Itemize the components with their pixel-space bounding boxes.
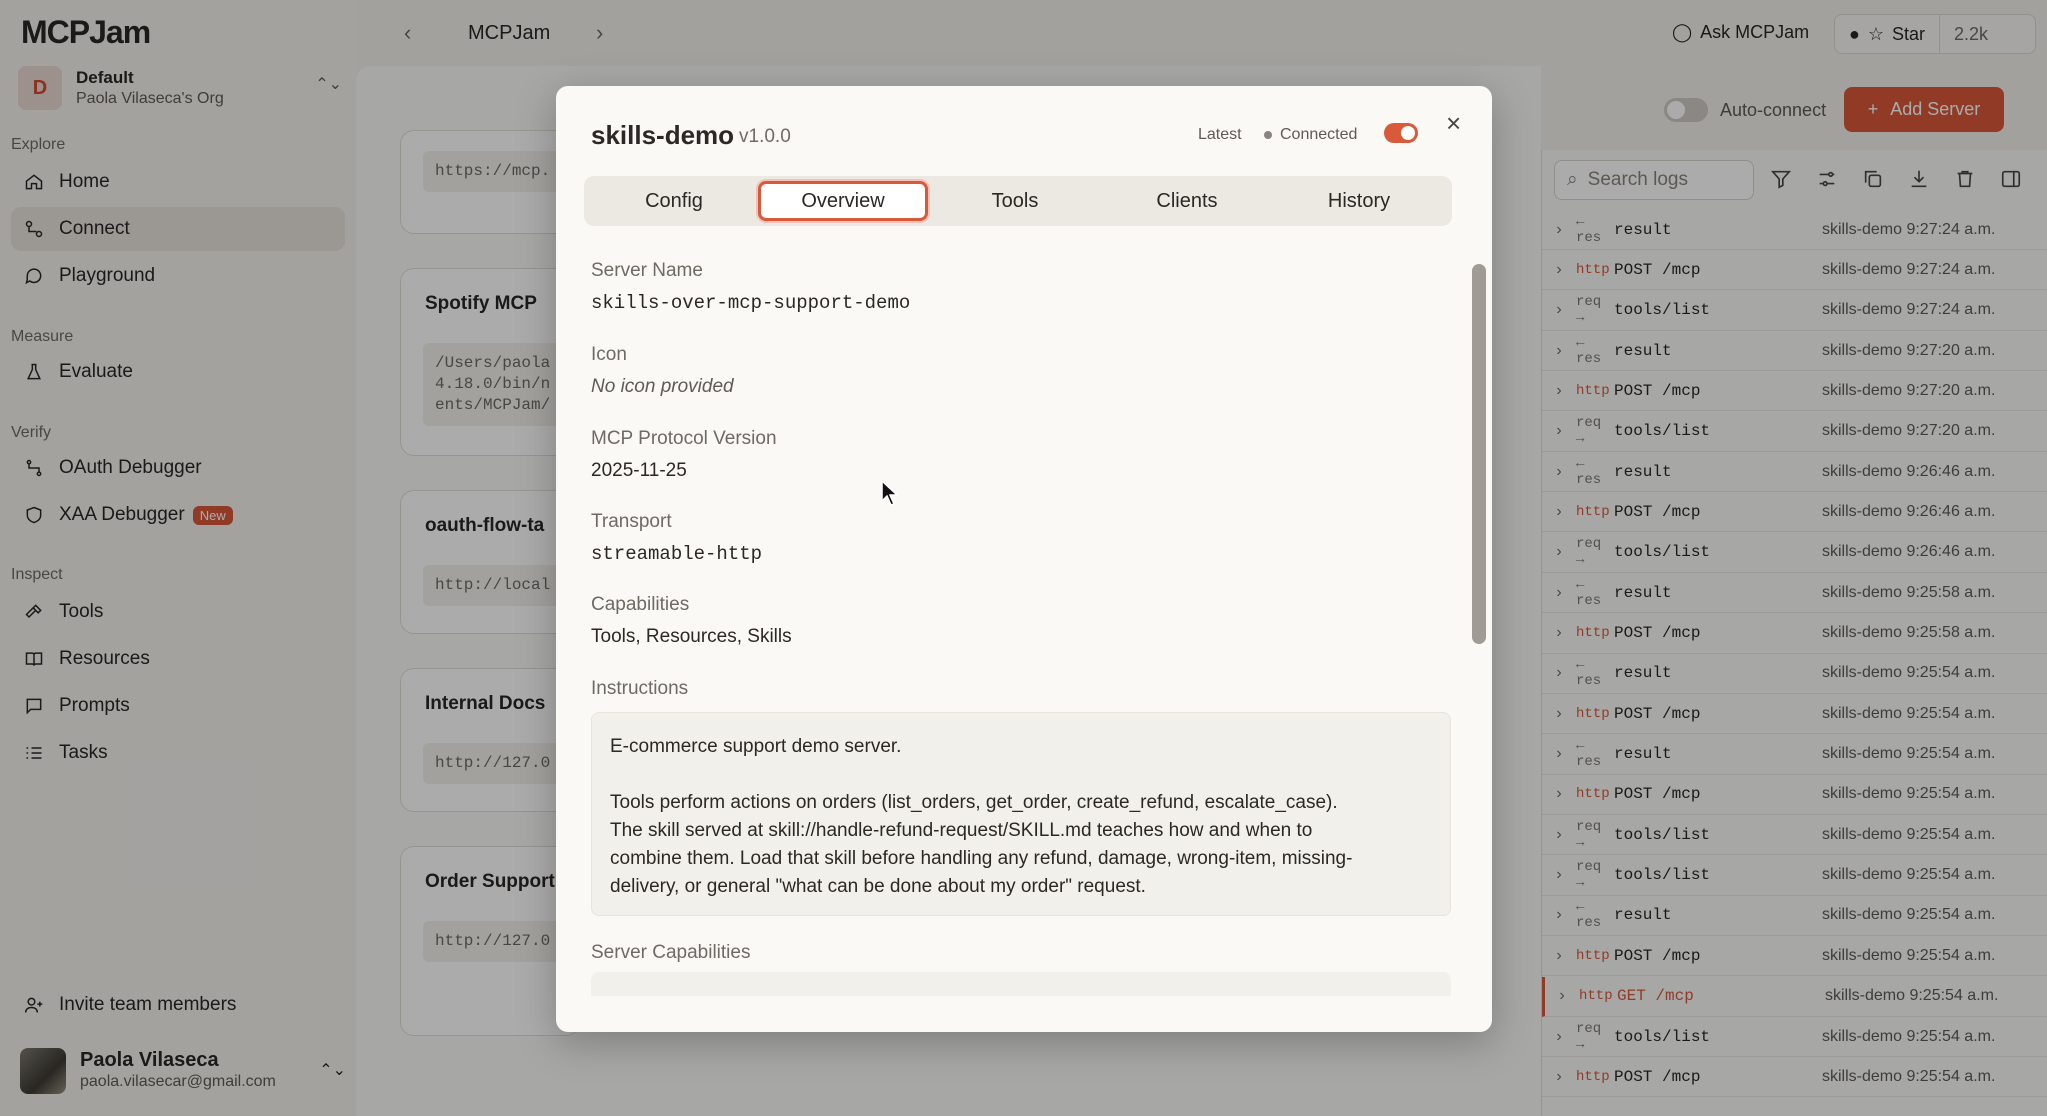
protocol-version-value: 2025-11-25	[591, 460, 687, 481]
instructions-text: Tools perform actions on orders (list_or…	[610, 792, 1338, 813]
modal-title: skills-demo	[591, 120, 735, 150]
server-name-value: skills-over-mcp-support-demo	[591, 292, 911, 314]
server-capabilities-label: Server Capabilities	[591, 942, 751, 963]
server-version: v1.0.0	[739, 126, 791, 147]
icon-value: No icon provided	[591, 376, 734, 397]
connection-toggle[interactable]	[1384, 123, 1418, 143]
protocol-version-label: MCP Protocol Version	[591, 428, 777, 449]
transport-value: streamable-http	[591, 543, 763, 565]
close-icon[interactable]: ×	[1446, 108, 1461, 139]
scroll-thumb[interactable]	[1472, 264, 1486, 644]
instructions-text: combine them. Load that skill before han…	[610, 848, 1353, 869]
latest-label: Latest	[1198, 126, 1242, 143]
instructions-text: E-commerce support demo server.	[610, 736, 902, 757]
instructions-text: delivery, or general "what can be done a…	[610, 876, 1146, 897]
capabilities-label: Capabilities	[591, 594, 690, 615]
tab-clients[interactable]: Clients	[1102, 181, 1272, 221]
capabilities-value: Tools, Resources, Skills	[591, 626, 792, 647]
tab-history[interactable]: History	[1274, 181, 1444, 221]
mouse-cursor-icon	[881, 480, 899, 506]
tab-tools[interactable]: Tools	[930, 181, 1100, 221]
status-dot-icon	[1264, 131, 1272, 139]
tab-overview[interactable]: Overview	[758, 181, 928, 221]
server-detail-modal: skills-demo v1.0.0 Latest Connected × Co…	[556, 86, 1492, 1032]
instructions-label: Instructions	[591, 678, 689, 699]
modal-tabs: Config Overview Tools Clients History	[584, 176, 1452, 226]
server-name-label: Server Name	[591, 260, 703, 281]
status-label: Connected	[1280, 126, 1358, 143]
instructions-text: The skill served at skill://handle-refun…	[610, 820, 1313, 841]
instructions-box: E-commerce support demo server. Tools pe…	[591, 712, 1451, 916]
connection-status: Connected	[1264, 126, 1357, 144]
icon-label: Icon	[591, 344, 627, 365]
server-capabilities-box	[591, 972, 1451, 996]
overview-content: Server Name skills-over-mcp-support-demo…	[591, 260, 1451, 996]
modal-scrollbar[interactable]	[1472, 264, 1486, 994]
tab-config[interactable]: Config	[589, 181, 759, 221]
transport-label: Transport	[591, 511, 672, 532]
